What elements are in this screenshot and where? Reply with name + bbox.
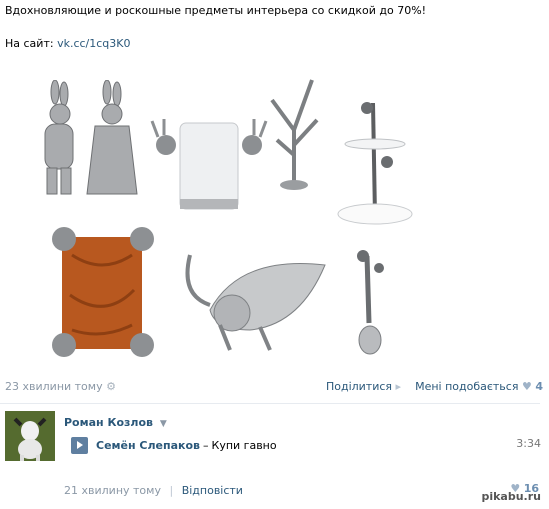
share-button[interactable]: Поділитися ▸ xyxy=(326,380,401,393)
post-text: Вдохновляющие и роскошные предметы интер… xyxy=(5,4,427,17)
comment: Роман Козлов ▼ Семён Слепаков – Купи гав… xyxy=(5,411,543,467)
gear-icon[interactable]: ⚙ xyxy=(106,380,116,393)
post-time[interactable]: 23 хвилини тому ⚙ xyxy=(5,380,116,393)
heart-icon: ♥ xyxy=(521,380,532,393)
play-button[interactable] xyxy=(71,437,88,454)
wooden-tray-photo[interactable] xyxy=(52,225,154,360)
post-footer: 23 хвилини тому ⚙ Поділитися ▸ Мені подо… xyxy=(5,380,543,396)
post-link[interactable]: vk.cc/1cq3K0 xyxy=(57,37,130,50)
divider xyxy=(0,403,540,404)
audio-artist[interactable]: Семён Слепаков xyxy=(96,439,200,452)
deer-ice-bucket-photo[interactable] xyxy=(150,115,268,217)
photo-gallery[interactable] xyxy=(0,70,549,360)
avatar[interactable] xyxy=(5,411,55,461)
like-count: 4 xyxy=(535,380,543,393)
chevron-down-icon[interactable]: ▼ xyxy=(160,419,167,429)
like-button[interactable]: Мені подобається ♥ 4 xyxy=(415,380,543,393)
comment-footer: 21 хвилину тому | Відповісти xyxy=(64,484,243,497)
megaphone-icon: ▸ xyxy=(395,380,402,393)
spoon-photo[interactable] xyxy=(345,248,395,358)
dog-avatar-image xyxy=(5,411,55,461)
nautilus-shell-photo[interactable] xyxy=(180,235,330,355)
post-link-line: На сайт: vk.cc/1cq3K0 xyxy=(5,37,130,50)
audio-duration: 3:34 xyxy=(516,437,541,450)
link-prefix: На сайт: xyxy=(5,37,54,50)
cake-stand-photo[interactable] xyxy=(335,98,413,230)
branch-candelabra-photo[interactable] xyxy=(262,70,327,192)
comment-author[interactable]: Роман Козлов ▼ xyxy=(64,416,167,429)
audio-attachment: Семён Слепаков – Купи гавно xyxy=(71,437,277,454)
watermark: pikabu.ru xyxy=(481,490,541,503)
audio-title: Купи гавно xyxy=(211,439,277,452)
comment-time[interactable]: 21 хвилину тому xyxy=(64,484,161,497)
rabbit-figurines-photo[interactable] xyxy=(25,80,140,205)
reply-button[interactable]: Відповісти xyxy=(182,484,243,497)
